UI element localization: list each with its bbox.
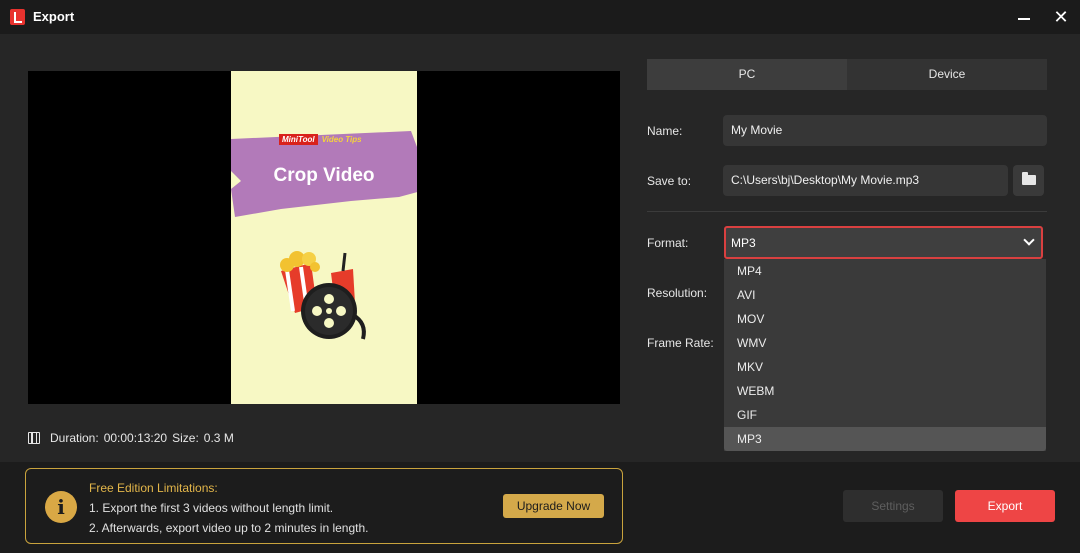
format-label: Format:	[647, 236, 689, 250]
format-option-avi[interactable]: AVI	[724, 283, 1046, 307]
chevron-down-icon	[1023, 234, 1035, 246]
info-icon: i	[45, 491, 77, 523]
settings-button[interactable]: Settings	[843, 490, 943, 522]
limit-line-2: 2. Afterwards, export video up to 2 minu…	[89, 521, 369, 535]
preview-frame: MiniTool Video Tips Crop Video	[231, 71, 417, 404]
folder-icon	[1022, 172, 1036, 185]
duration-label: Duration:	[50, 431, 99, 445]
divider	[647, 211, 1047, 212]
tab-pc[interactable]: PC	[647, 59, 847, 90]
film-icon	[28, 432, 40, 444]
free-edition-notice: i Free Edition Limitations: 1. Export th…	[25, 468, 623, 544]
format-option-mov[interactable]: MOV	[724, 307, 1046, 331]
window-title: Export	[33, 9, 75, 24]
save-path-input[interactable]: C:\Users\bj\Desktop\My Movie.mp3	[723, 165, 1008, 196]
browse-folder-button[interactable]	[1013, 165, 1044, 196]
format-selected-value: MP3	[731, 236, 756, 250]
format-dropdown-menu: MP4 AVI MOV WMV MKV WEBM GIF MP3	[724, 259, 1046, 451]
format-option-mkv[interactable]: MKV	[724, 355, 1046, 379]
size-value: 0.3 M	[203, 431, 234, 445]
format-option-webm[interactable]: WEBM	[724, 379, 1046, 403]
brand-label: MiniTool Video Tips	[279, 134, 362, 145]
resolution-label: Resolution:	[647, 286, 708, 300]
target-tabs: PC Device	[647, 59, 1047, 90]
limit-line-1: 1. Export the first 3 videos without len…	[89, 501, 334, 515]
frame-rate-label: Frame Rate:	[647, 336, 714, 350]
banner-title: Crop Video	[273, 165, 375, 186]
minimize-icon[interactable]	[1013, 6, 1035, 28]
export-button[interactable]: Export	[955, 490, 1055, 522]
format-select[interactable]: MP3	[724, 226, 1043, 259]
title-bar: Export ✕	[0, 0, 1080, 34]
format-option-mp4[interactable]: MP4	[724, 259, 1046, 283]
tab-device[interactable]: Device	[847, 59, 1047, 90]
video-meta: Duration: 00:00:13:20 Size: 0.3 M	[28, 430, 239, 446]
upgrade-now-button[interactable]: Upgrade Now	[503, 494, 604, 518]
size-label: Size:	[172, 431, 199, 445]
brand-mini-text: MiniTool	[279, 134, 318, 145]
format-option-gif[interactable]: GIF	[724, 403, 1046, 427]
format-option-wmv[interactable]: WMV	[724, 331, 1046, 355]
video-preview: MiniTool Video Tips Crop Video	[28, 71, 620, 404]
name-label: Name:	[647, 124, 683, 138]
brand-tips-text: Video Tips	[321, 135, 362, 144]
duration-value: 00:00:13:20	[103, 431, 168, 445]
app-logo-icon	[10, 9, 25, 25]
name-input[interactable]: My Movie	[723, 115, 1047, 146]
close-icon[interactable]: ✕	[1050, 6, 1072, 28]
limit-title: Free Edition Limitations:	[89, 481, 218, 495]
save-to-label: Save to:	[647, 174, 692, 188]
popcorn-film-reel-icon	[280, 251, 366, 340]
format-option-mp3[interactable]: MP3	[724, 427, 1046, 451]
